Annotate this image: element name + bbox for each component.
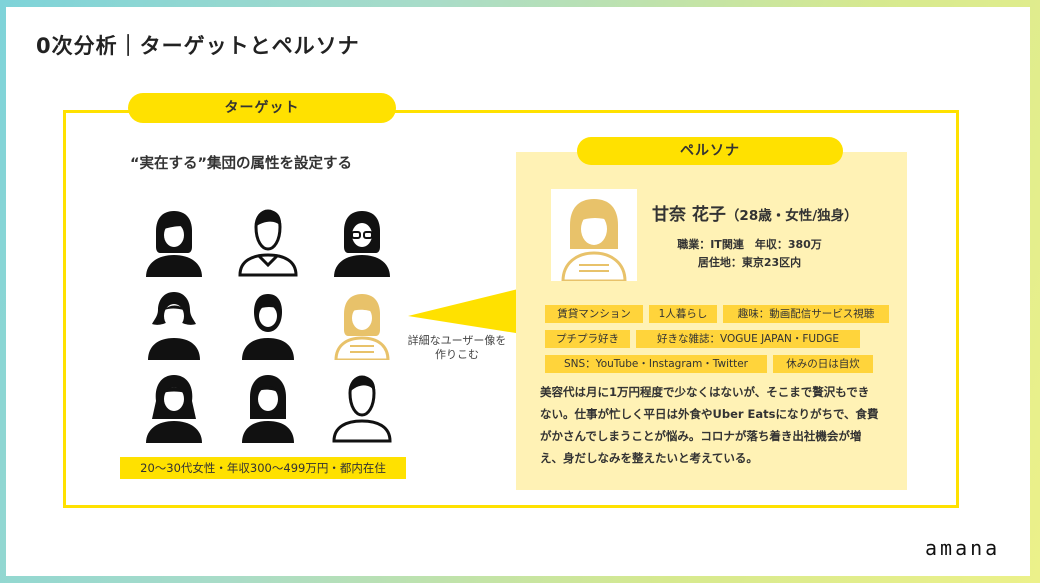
persona-home: 居住地：東京23区内 bbox=[697, 256, 802, 269]
description-line-2: ない。仕事が忙しく平日は外食やUber Eatsになりがちで、食費 bbox=[540, 407, 879, 421]
woman-avatar-icon-3 bbox=[142, 371, 206, 443]
target-attribute-band: 20〜30代女性・年収300〜499万円・都内在住 bbox=[120, 457, 406, 479]
persona-description: 美容代は月に1万円程度で少なくはないが、そこまで贅沢もでき ない。仕事が忙しく平… bbox=[540, 381, 885, 469]
description-line-3: がかさんでしまうことが悩み。コロナが落ち着き出社機会が増 bbox=[540, 429, 862, 443]
callout-text: 詳細なユーザー像を 作りこむ bbox=[397, 334, 517, 362]
woman-avatar-icon-2 bbox=[142, 288, 206, 360]
target-label: ターゲット bbox=[128, 93, 396, 123]
tag-magazine: 好きな雑誌：VOGUE JAPAN・FUDGE bbox=[636, 330, 860, 348]
tag-hobby: 趣味：動画配信サービス視聴 bbox=[723, 305, 889, 323]
callout-line-2: 作りこむ bbox=[435, 348, 479, 361]
callout-wedge bbox=[408, 288, 522, 334]
amana-logo: amana bbox=[925, 536, 1001, 560]
target-subheading: “実在する”集団の属性を設定する bbox=[130, 156, 353, 172]
woman-avatar-icon-4 bbox=[236, 371, 300, 443]
callout-line-1: 詳細なユーザー像を bbox=[407, 334, 507, 347]
man-avatar-icon-3 bbox=[330, 371, 394, 443]
persona-name-line: 甘奈 花子（28歳・女性/独身） bbox=[652, 200, 858, 225]
description-line-1: 美容代は月に1万円程度で少なくはないが、そこまで贅沢もでき bbox=[540, 385, 870, 399]
tag-budget: プチプラ好き bbox=[545, 330, 630, 348]
tag-living-alone: 1人暮らし bbox=[649, 305, 717, 323]
persona-portrait-icon bbox=[551, 189, 637, 281]
persona-name: 甘奈 花子 bbox=[652, 205, 726, 225]
tag-sns: SNS：YouTube・Instagram・Twitter bbox=[545, 355, 767, 373]
description-line-4: え、身だしなみを整えたいと考えている。 bbox=[540, 451, 758, 465]
slide-title: 0次分析｜ターゲットとペルソナ bbox=[36, 34, 360, 58]
highlighted-woman-avatar-icon bbox=[330, 288, 394, 360]
persona-label: ペルソナ bbox=[577, 137, 843, 165]
man-avatar-icon-2 bbox=[236, 288, 300, 360]
man-avatar-icon-1 bbox=[236, 205, 300, 277]
persona-age-info: （28歳・女性/独身） bbox=[725, 208, 858, 224]
woman-avatar-icon-1 bbox=[142, 205, 206, 277]
tag-holiday: 休みの日は自炊 bbox=[773, 355, 873, 373]
woman-glasses-avatar-icon bbox=[330, 205, 394, 277]
tag-rental: 賃貸マンション bbox=[545, 305, 643, 323]
persona-info: 職業：IT関連 年収：380万 居住地：東京23区内 bbox=[652, 236, 847, 272]
persona-job: 職業：IT関連 年収：380万 bbox=[677, 238, 822, 251]
